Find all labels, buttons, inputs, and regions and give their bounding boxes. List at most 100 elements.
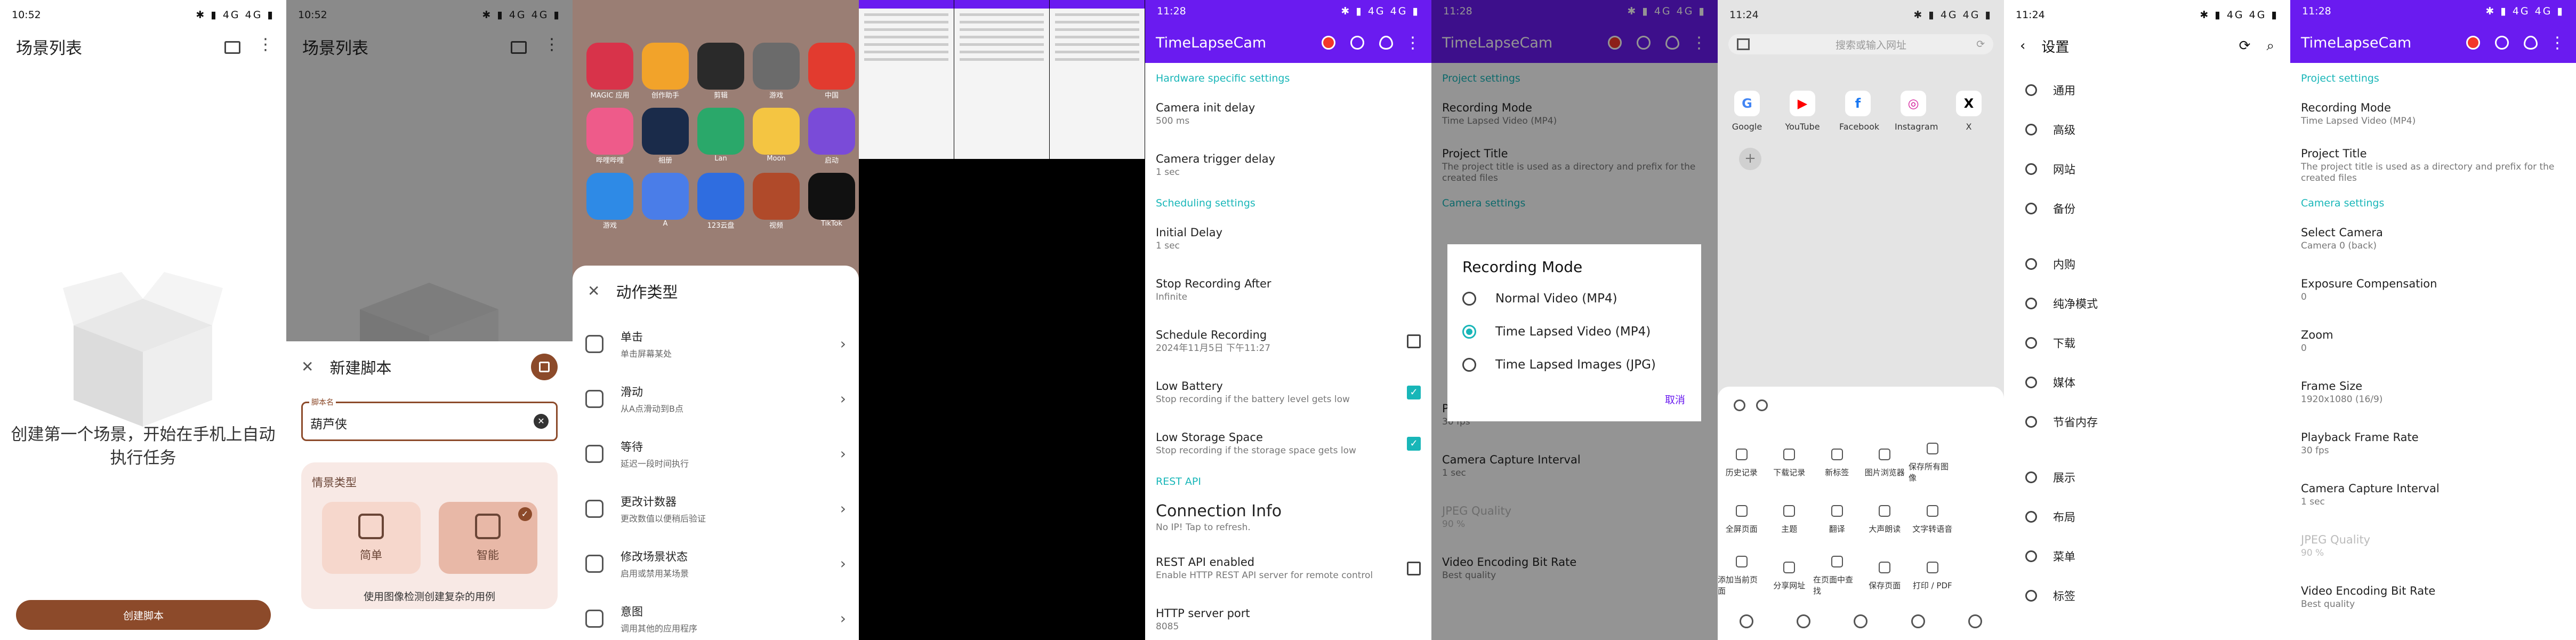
- app-shortcut[interactable]: 启动: [805, 108, 858, 167]
- app-shortcut[interactable]: Moon: [750, 108, 803, 167]
- app-shortcut[interactable]: 剪辑: [694, 43, 747, 102]
- thumbnail-1[interactable]: [859, 0, 954, 159]
- settings-item[interactable]: 媒体: [2004, 363, 2290, 402]
- cancel-button[interactable]: 取消: [1665, 392, 1685, 406]
- app-icon[interactable]: [586, 43, 633, 90]
- setting-row[interactable]: Initial Delay 1 sec: [1145, 213, 1431, 265]
- tabs-icon[interactable]: [1911, 614, 1925, 628]
- menu-item[interactable]: 分享网址: [1766, 548, 1814, 604]
- app-shortcut[interactable]: 视频: [750, 173, 803, 233]
- shield-icon[interactable]: [1854, 614, 1868, 628]
- close-icon[interactable]: ✕: [301, 358, 313, 375]
- extension-icon[interactable]: [1739, 614, 1753, 628]
- app-icon[interactable]: [808, 43, 855, 90]
- app-shortcut[interactable]: 游戏: [583, 173, 637, 233]
- setting-row[interactable]: Schedule Recording 2024年11月5日 下午11:27: [1145, 316, 1431, 367]
- script-name-field[interactable]: 脚本名 葫芦侠 ✕: [301, 397, 558, 441]
- app-icon[interactable]: [753, 108, 800, 155]
- menu-item[interactable]: 全屏页面: [1718, 491, 1766, 548]
- action-item[interactable]: 更改计数器 更改数值以便稍后验证 ›: [573, 481, 859, 536]
- action-item[interactable]: 意图 调用其他的应用程序 ›: [573, 591, 859, 640]
- menu-item[interactable]: 新标签: [1813, 435, 1861, 491]
- app-shortcut[interactable]: A: [639, 173, 692, 233]
- settings-item[interactable]: 网站: [2004, 149, 2290, 189]
- night-icon[interactable]: [1797, 614, 1811, 628]
- refresh-icon[interactable]: ⟳: [2239, 38, 2251, 54]
- setting-row[interactable]: Exposure Compensation 0: [2290, 265, 2576, 316]
- menu-item[interactable]: 文字转语音: [1909, 491, 1957, 548]
- setting-row[interactable]: Camera trigger delay 1 sec: [1145, 140, 1431, 191]
- menu-item[interactable]: 主题: [1766, 491, 1814, 548]
- radio-button[interactable]: [1462, 358, 1476, 372]
- app-shortcut[interactable]: 创作助手: [639, 43, 692, 102]
- app-icon[interactable]: [697, 108, 744, 155]
- menu-item[interactable]: 大声朗读: [1861, 491, 1909, 548]
- more-icon[interactable]: [254, 35, 273, 54]
- shortcut-tile[interactable]: XX: [1950, 91, 1987, 132]
- action-item[interactable]: 滑动 从A点滑动到B点 ›: [573, 371, 859, 426]
- app-icon[interactable]: [753, 173, 800, 220]
- menu-item[interactable]: 在页面中查找: [1813, 548, 1861, 604]
- checkbox[interactable]: [1407, 562, 1421, 575]
- shortcut-tile[interactable]: ▶ YouTube: [1784, 91, 1821, 132]
- camera-icon[interactable]: [2495, 36, 2509, 50]
- clear-icon[interactable]: ✕: [534, 414, 549, 429]
- camera-icon[interactable]: [1350, 36, 1364, 50]
- app-icon[interactable]: [642, 108, 689, 155]
- app-icon[interactable]: [586, 108, 633, 155]
- app-shortcut[interactable]: Lan: [694, 108, 747, 167]
- setting-row[interactable]: Connection Info No IP! Tap to refresh.: [1145, 492, 1431, 543]
- thumbnail-3[interactable]: [1050, 0, 1145, 159]
- settings-item[interactable]: 纯净模式: [2004, 284, 2290, 323]
- setting-row[interactable]: Stop Recording After Infinite: [1145, 265, 1431, 316]
- menu-tab-icon[interactable]: [1734, 399, 1745, 411]
- recording-mode-option[interactable]: Time Lapsed Video (MP4): [1462, 315, 1686, 348]
- folder-icon[interactable]: [224, 41, 240, 54]
- thumbnail-2[interactable]: [954, 0, 1049, 159]
- settings-item[interactable]: 高级: [2004, 110, 2290, 149]
- settings-item[interactable]: 菜单: [2004, 537, 2290, 576]
- recording-mode-option[interactable]: Normal Video (MP4): [1462, 282, 1686, 315]
- scrim[interactable]: [286, 0, 573, 341]
- settings-item[interactable]: 标签: [2004, 576, 2290, 615]
- eye-icon[interactable]: [2524, 36, 2538, 50]
- more-icon[interactable]: ⋮: [1405, 34, 1421, 52]
- smart-card[interactable]: ✓ 智能: [438, 502, 537, 574]
- menu-tab-icon[interactable]: [1756, 399, 1768, 411]
- power-icon[interactable]: [1968, 614, 1983, 628]
- app-icon[interactable]: [586, 173, 633, 220]
- address-bar[interactable]: 搜索或输入网址 ⟳: [1728, 34, 1993, 54]
- add-shortcut-button[interactable]: +: [1739, 148, 1761, 170]
- radio-button[interactable]: [1462, 292, 1476, 306]
- setting-row[interactable]: HTTP server port 8085: [1145, 594, 1431, 640]
- app-icon[interactable]: [642, 173, 689, 220]
- search-icon[interactable]: ⌕: [2266, 38, 2274, 54]
- menu-item[interactable]: 添加当前页面: [1718, 548, 1766, 604]
- menu-item[interactable]: 历史记录: [1718, 435, 1766, 491]
- action-item[interactable]: 等待 延迟一段时间执行 ›: [573, 426, 859, 481]
- setting-row[interactable]: Recording Mode Time Lapsed Video (MP4): [2290, 89, 2576, 140]
- refresh-icon[interactable]: ⟳: [1976, 38, 1985, 50]
- back-icon[interactable]: ‹: [2020, 38, 2025, 54]
- simple-card[interactable]: 简单: [321, 502, 421, 574]
- radio-button[interactable]: [1462, 325, 1476, 339]
- app-shortcut[interactable]: 哔哩哔哩: [583, 108, 637, 167]
- app-icon[interactable]: [697, 43, 744, 90]
- app-shortcut[interactable]: MAGIC 应用: [583, 43, 637, 102]
- setting-row[interactable]: Low Storage Space Stop recording if the s…: [1145, 418, 1431, 469]
- settings-item[interactable]: 内购: [2004, 244, 2290, 284]
- app-shortcut[interactable]: 相册: [639, 108, 692, 167]
- action-item[interactable]: 单击 单击屏幕某处 ›: [573, 316, 859, 371]
- settings-item[interactable]: 布局: [2004, 497, 2290, 537]
- app-icon[interactable]: [808, 108, 855, 155]
- setting-row[interactable]: Camera Capture Interval 1 sec: [2290, 469, 2576, 521]
- record-icon[interactable]: [1322, 36, 1335, 50]
- settings-item[interactable]: 下载: [2004, 323, 2290, 363]
- menu-item[interactable]: 打印 / PDF: [1909, 548, 1957, 604]
- shortcut-tile[interactable]: f Facebook: [1839, 91, 1879, 132]
- app-shortcut[interactable]: 中国: [805, 43, 858, 102]
- shortcut-tile[interactable]: ◎ Instagram: [1895, 91, 1938, 132]
- setting-row[interactable]: Zoom 0: [2290, 316, 2576, 367]
- checkbox[interactable]: ✓: [1407, 386, 1421, 399]
- settings-item[interactable]: 展示: [2004, 458, 2290, 497]
